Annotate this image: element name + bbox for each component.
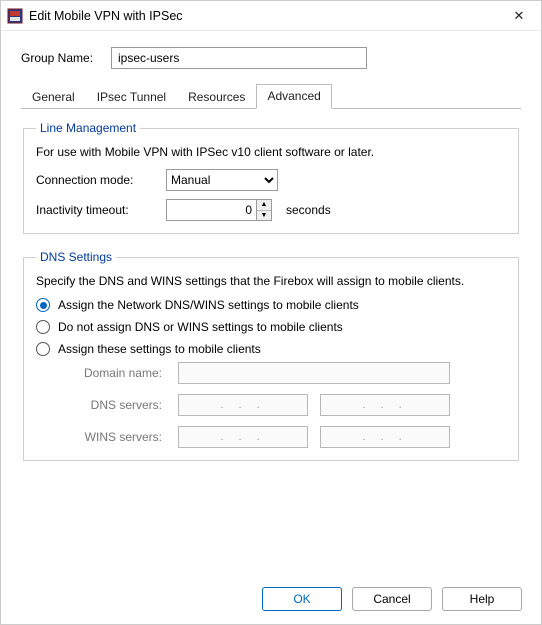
inactivity-timeout-spinner: ▲ ▼	[166, 199, 272, 221]
radio-icon	[36, 320, 50, 334]
titlebar: Edit Mobile VPN with IPSec ✕	[1, 1, 541, 31]
connection-mode-label: Connection mode:	[36, 173, 166, 187]
dns-settings-legend: DNS Settings	[36, 250, 116, 264]
dns-server-2-input: . . .	[320, 394, 450, 416]
help-button[interactable]: Help	[442, 587, 522, 611]
dns-sub-settings: Domain name: DNS servers: . . . . . . WI…	[56, 362, 506, 448]
tab-bar: General IPsec Tunnel Resources Advanced	[21, 83, 521, 109]
ok-button[interactable]: OK	[262, 587, 342, 611]
dns-option-do-not-assign[interactable]: Do not assign DNS or WINS settings to mo…	[36, 320, 506, 334]
wins-servers-label: WINS servers:	[56, 430, 166, 444]
inactivity-timeout-row: Inactivity timeout: ▲ ▼ seconds	[36, 199, 506, 221]
tab-advanced[interactable]: Advanced	[256, 84, 331, 109]
connection-mode-select[interactable]: Manual	[166, 169, 278, 191]
connection-mode-row: Connection mode: Manual	[36, 169, 506, 191]
tab-resources[interactable]: Resources	[177, 85, 256, 109]
line-management-legend: Line Management	[36, 121, 140, 135]
dns-option-assign-network[interactable]: Assign the Network DNS/WINS settings to …	[36, 298, 506, 312]
radio-icon	[36, 298, 50, 312]
dns-settings-group: DNS Settings Specify the DNS and WINS se…	[23, 250, 519, 461]
group-name-row: Group Name:	[21, 47, 521, 69]
line-management-text: For use with Mobile VPN with IPSec v10 c…	[36, 145, 506, 159]
window-title: Edit Mobile VPN with IPSec	[29, 9, 505, 23]
cancel-button[interactable]: Cancel	[352, 587, 432, 611]
domain-name-label: Domain name:	[56, 366, 166, 380]
wins-server-1-input: . . .	[178, 426, 308, 448]
dialog-body: Group Name: General IPsec Tunnel Resourc…	[1, 31, 541, 493]
dialog-footer: OK Cancel Help	[0, 587, 542, 611]
dns-option-assign-these[interactable]: Assign these settings to mobile clients	[36, 342, 506, 356]
dns-server-1-input: . . .	[178, 394, 308, 416]
dns-option-label: Assign the Network DNS/WINS settings to …	[58, 298, 359, 312]
inactivity-timeout-label: Inactivity timeout:	[36, 203, 166, 217]
line-management-group: Line Management For use with Mobile VPN …	[23, 121, 519, 234]
dns-option-label: Assign these settings to mobile clients	[58, 342, 261, 356]
radio-icon	[36, 342, 50, 356]
close-button[interactable]: ✕	[505, 4, 533, 28]
dns-settings-text: Specify the DNS and WINS settings that t…	[36, 274, 506, 288]
tab-general[interactable]: General	[21, 85, 86, 109]
inactivity-timeout-unit: seconds	[286, 203, 331, 217]
wins-server-2-input: . . .	[320, 426, 450, 448]
inactivity-timeout-input[interactable]	[166, 199, 256, 221]
dns-option-label: Do not assign DNS or WINS settings to mo…	[58, 320, 343, 334]
group-name-input[interactable]	[111, 47, 367, 69]
group-name-label: Group Name:	[21, 51, 111, 65]
domain-name-input	[178, 362, 450, 384]
tab-page-advanced: Line Management For use with Mobile VPN …	[21, 109, 521, 479]
app-icon	[7, 8, 23, 24]
spinner-up-icon[interactable]: ▲	[257, 200, 271, 211]
spinner-down-icon[interactable]: ▼	[257, 211, 271, 221]
tab-ipsec-tunnel[interactable]: IPsec Tunnel	[86, 85, 177, 109]
dns-servers-label: DNS servers:	[56, 398, 166, 412]
